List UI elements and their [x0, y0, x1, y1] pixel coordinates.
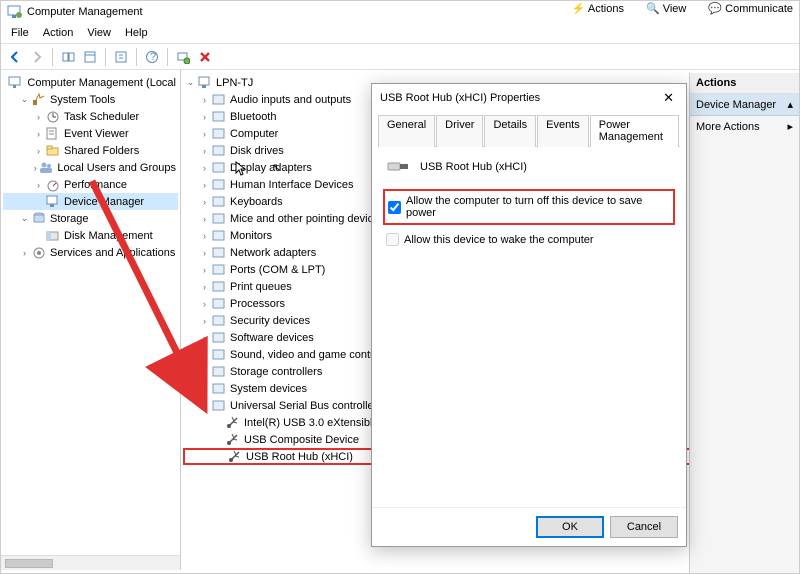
menu-view[interactable]: View: [81, 25, 117, 41]
collapse-icon[interactable]: ▴: [787, 98, 793, 111]
left-tree-pane[interactable]: Computer Management (Local ⌄System Tools…: [1, 70, 181, 570]
dialog-tabs: General Driver Details Events Power Mana…: [378, 114, 680, 147]
remnant-top-icons: ⚡ Actions 🔍 View 💬 Communicate: [572, 2, 793, 15]
tree-event-viewer[interactable]: ›Event Viewer: [3, 125, 178, 142]
tree-performance[interactable]: ›Performance: [3, 176, 178, 193]
left-scrollbar-horizontal[interactable]: [1, 555, 180, 570]
annotation-highlight-checkbox: Allow the computer to turn off this devi…: [383, 189, 675, 225]
toolbar: ?: [1, 44, 799, 70]
ok-button[interactable]: OK: [536, 516, 604, 538]
uninstall-button[interactable]: [195, 47, 215, 67]
tab-general[interactable]: General: [378, 115, 435, 147]
back-button[interactable]: [5, 47, 25, 67]
tree-services[interactable]: ›Services and Applications: [3, 244, 178, 261]
menu-action[interactable]: Action: [37, 25, 80, 41]
tree-device-manager[interactable]: Device Manager: [3, 193, 178, 210]
actions-more[interactable]: More Actions▸: [690, 116, 799, 137]
tree-task-scheduler[interactable]: ›Task Scheduler: [3, 108, 178, 125]
properties-button[interactable]: [111, 47, 131, 67]
close-icon[interactable]: ✕: [659, 90, 678, 106]
checkbox-allow-wake: Allow this device to wake the computer: [386, 231, 672, 248]
tab-events[interactable]: Events: [537, 115, 589, 147]
actions-header: Actions: [690, 73, 799, 94]
chevron-right-icon: ▸: [787, 120, 793, 133]
window-title: Computer Management: [27, 6, 143, 18]
dialog-title: USB Root Hub (xHCI) Properties: [380, 92, 540, 104]
menubar: File Action View Help: [1, 23, 799, 44]
tab-driver[interactable]: Driver: [436, 115, 483, 147]
up-button[interactable]: [58, 47, 78, 67]
help-button[interactable]: ?: [142, 47, 162, 67]
tree-root[interactable]: Computer Management (Local: [3, 74, 178, 91]
menu-help[interactable]: Help: [119, 25, 154, 41]
cursor-icon: [235, 161, 247, 177]
tab-power-management[interactable]: Power Management: [590, 115, 679, 147]
properties-dialog: USB Root Hub (xHCI) Properties ✕ General…: [371, 83, 687, 547]
actions-pane: Actions Device Manager▴ More Actions▸: [689, 73, 799, 573]
forward-button: [27, 47, 47, 67]
usb-icon: [386, 157, 412, 177]
checkbox-allow-turn-off[interactable]: Allow the computer to turn off this devi…: [388, 193, 670, 221]
tree-shared-folders[interactable]: ›Shared Folders: [3, 142, 178, 159]
svg-text:?: ?: [150, 51, 156, 63]
tree-system-tools[interactable]: ⌄System Tools: [3, 91, 178, 108]
checkbox-allow-wake-input: [386, 233, 399, 246]
tree-disk-mgmt[interactable]: Disk Management: [3, 227, 178, 244]
checkbox-allow-turn-off-input[interactable]: [388, 201, 401, 214]
tree-local-users[interactable]: ›Local Users and Groups: [3, 159, 178, 176]
device-name: USB Root Hub (xHCI): [420, 161, 527, 173]
cancel-button[interactable]: Cancel: [610, 516, 678, 538]
actions-section[interactable]: Device Manager▴: [690, 94, 799, 116]
tab-details[interactable]: Details: [484, 115, 536, 147]
app-icon: [7, 4, 23, 20]
scan-hardware-button[interactable]: [173, 47, 193, 67]
menu-file[interactable]: File: [5, 25, 35, 41]
show-hide-button[interactable]: [80, 47, 100, 67]
tree-storage[interactable]: ⌄Storage: [3, 210, 178, 227]
